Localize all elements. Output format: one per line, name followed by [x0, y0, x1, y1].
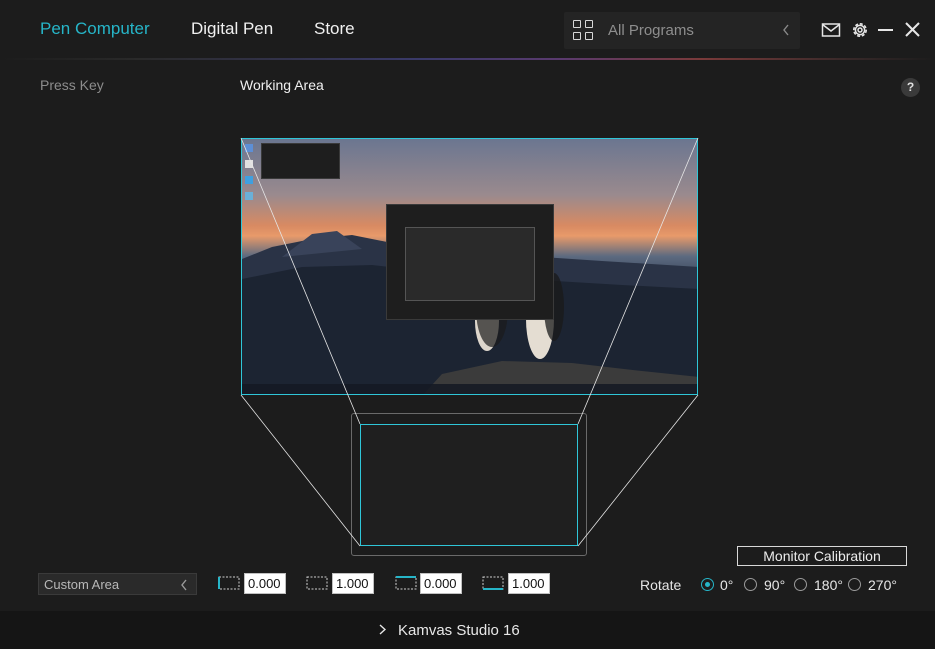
y-size-input[interactable]: 1.000 — [508, 573, 550, 594]
rotate-label: Rotate — [640, 577, 682, 593]
area-mode-value: Custom Area — [44, 577, 120, 592]
rotate-180-radio[interactable] — [794, 578, 807, 591]
rotate-270-label: 270° — [868, 577, 897, 593]
desktop-taskbar — [242, 384, 697, 394]
device-name: Kamvas Studio 16 — [398, 622, 520, 639]
chevron-left-icon — [783, 24, 789, 36]
y-size-icon — [482, 576, 504, 590]
tab-digital-pen[interactable]: Digital Pen — [191, 19, 273, 39]
rotate-90-radio[interactable] — [744, 578, 757, 591]
tab-press-key[interactable]: Press Key — [40, 77, 104, 93]
help-icon[interactable]: ? — [901, 78, 920, 97]
tab-pen-computer[interactable]: Pen Computer — [40, 19, 150, 39]
rotate-0-label: 0° — [720, 577, 734, 593]
chevron-left-icon — [181, 579, 187, 591]
app-window-thumbnail — [386, 204, 554, 320]
rotate-270-radio[interactable] — [848, 578, 861, 591]
tab-working-area[interactable]: Working Area — [240, 77, 324, 93]
device-footer[interactable]: Kamvas Studio 16 — [0, 611, 935, 649]
program-select-value: All Programs — [608, 22, 694, 39]
tablet-active-area[interactable] — [360, 424, 578, 546]
monitor-preview[interactable] — [241, 138, 698, 395]
header-divider — [0, 58, 935, 60]
x-size-icon — [306, 576, 328, 590]
program-select[interactable]: All Programs — [564, 12, 800, 49]
y-offset-icon — [395, 576, 417, 590]
desktop-window-thumbnail — [261, 143, 340, 179]
tab-store[interactable]: Store — [314, 19, 355, 39]
minimize-icon[interactable] — [876, 20, 896, 40]
x-offset-input[interactable]: 0.000 — [244, 573, 286, 594]
title-bar: Pen Computer Digital Pen Store All Progr… — [0, 0, 935, 60]
rotate-180-label: 180° — [814, 577, 843, 593]
close-icon[interactable] — [903, 20, 923, 40]
y-offset-input[interactable]: 0.000 — [420, 573, 462, 594]
apps-grid-icon — [573, 20, 593, 40]
gear-icon[interactable] — [850, 20, 870, 40]
rotate-0-radio[interactable] — [701, 578, 714, 591]
x-offset-icon — [218, 576, 240, 590]
monitor-calibration-button[interactable]: Monitor Calibration — [737, 546, 907, 566]
chevron-right-icon — [379, 624, 386, 635]
rotate-90-label: 90° — [764, 577, 786, 593]
mail-icon[interactable] — [821, 20, 841, 40]
x-size-input[interactable]: 1.000 — [332, 573, 374, 594]
area-mode-select[interactable]: Custom Area — [38, 573, 197, 595]
